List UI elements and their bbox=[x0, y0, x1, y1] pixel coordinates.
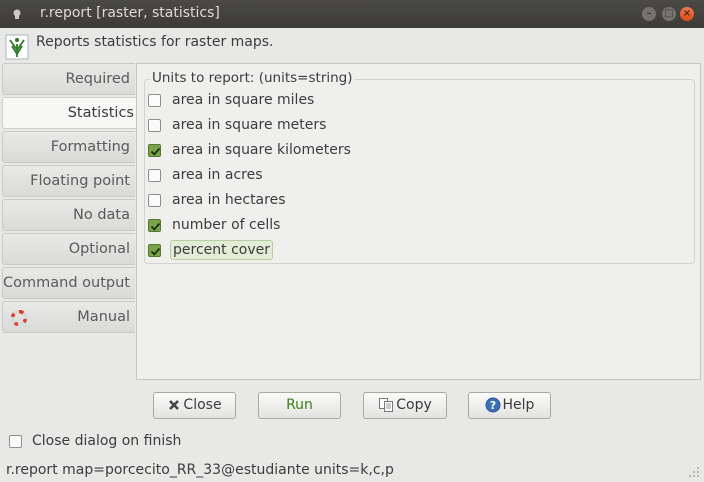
lifebuoy-icon bbox=[11, 310, 27, 326]
app-icon bbox=[13, 9, 21, 19]
checkmark-icon bbox=[150, 222, 161, 231]
module-description: Reports statistics for raster maps. bbox=[36, 34, 274, 50]
minimize-button[interactable]: – bbox=[642, 7, 656, 21]
run-button[interactable]: Run bbox=[258, 392, 341, 419]
tab-label: Manual bbox=[77, 309, 130, 325]
window-titlebar[interactable]: r.report [raster, statistics] – □ × bbox=[0, 0, 704, 28]
close-on-finish-label: Close dialog on finish bbox=[32, 433, 182, 449]
option-label: number of cells bbox=[172, 217, 281, 233]
checkbox-checked[interactable] bbox=[148, 144, 161, 157]
tab-required[interactable]: Required bbox=[2, 63, 135, 95]
close-x-icon bbox=[169, 400, 180, 410]
close-button-label: Close bbox=[183, 397, 222, 413]
tab-statistics[interactable]: Statistics bbox=[2, 97, 139, 129]
checkbox[interactable] bbox=[148, 94, 161, 107]
maximize-button[interactable]: □ bbox=[662, 7, 676, 21]
tab-label: Floating point bbox=[30, 173, 130, 189]
window-title: r.report [raster, statistics] bbox=[40, 5, 220, 21]
grass-logo-icon bbox=[5, 34, 29, 60]
help-button[interactable]: ? Help bbox=[468, 392, 551, 419]
run-button-label: Run bbox=[286, 397, 313, 413]
tab-floating-point[interactable]: Floating point bbox=[2, 165, 135, 197]
tab-label: Statistics bbox=[67, 105, 134, 121]
svg-text:?: ? bbox=[489, 399, 495, 412]
tab-label: No data bbox=[73, 207, 130, 223]
checkmark-icon bbox=[150, 247, 161, 256]
checkbox[interactable] bbox=[148, 119, 161, 132]
option-label: area in square kilometers bbox=[172, 142, 351, 158]
tab-no-data[interactable]: No data bbox=[2, 199, 135, 231]
option-label: area in acres bbox=[172, 167, 263, 183]
checkmark-icon bbox=[150, 147, 161, 156]
help-icon: ? bbox=[485, 397, 501, 413]
option-label: area in square meters bbox=[172, 117, 327, 133]
copy-icon bbox=[379, 398, 394, 412]
status-command: r.report map=porcecito_RR_33@estudiante … bbox=[6, 462, 394, 478]
option-label: percent cover bbox=[170, 240, 273, 260]
checkbox[interactable] bbox=[148, 194, 161, 207]
help-button-label: Help bbox=[502, 397, 535, 413]
tab-label: Required bbox=[65, 71, 130, 87]
checkbox[interactable] bbox=[9, 435, 22, 448]
checkbox-checked[interactable] bbox=[148, 219, 161, 232]
option-label: area in hectares bbox=[172, 192, 286, 208]
option-label: area in square miles bbox=[172, 92, 315, 108]
tab-optional[interactable]: Optional bbox=[2, 233, 135, 265]
tab-command-output[interactable]: Command output bbox=[2, 267, 135, 299]
units-group-title: Units to report: (units=string) bbox=[150, 70, 355, 86]
tab-label: Optional bbox=[68, 241, 130, 257]
resize-grip-icon[interactable] bbox=[688, 466, 700, 478]
tab-label: Command output bbox=[3, 275, 130, 291]
copy-button[interactable]: Copy bbox=[363, 392, 447, 419]
copy-button-label: Copy bbox=[396, 397, 432, 413]
tab-manual[interactable]: Manual bbox=[2, 301, 135, 333]
tab-formatting[interactable]: Formatting bbox=[2, 131, 135, 163]
checkbox-checked[interactable] bbox=[148, 244, 161, 257]
tab-label: Formatting bbox=[50, 139, 130, 155]
checkbox[interactable] bbox=[148, 169, 161, 182]
close-window-button[interactable]: × bbox=[680, 7, 694, 21]
close-button[interactable]: Close bbox=[153, 392, 236, 419]
